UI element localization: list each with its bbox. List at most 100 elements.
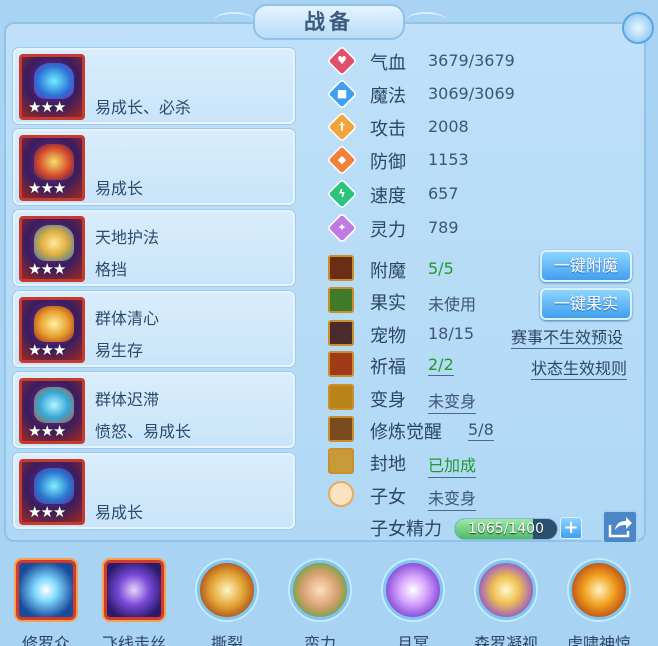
- stat-label: 防御: [370, 152, 406, 173]
- card-line1: 天地护法: [95, 228, 160, 247]
- card-thumb-3: ★★★: [19, 216, 85, 282]
- skill-name: 月冥: [396, 634, 429, 646]
- child-energy-label: 子女精力: [370, 519, 442, 540]
- pet-portrait-icon[interactable]: [328, 320, 354, 346]
- stat-label: 速度: [370, 186, 406, 207]
- enchant-icon: [328, 255, 354, 281]
- fief-icon: [328, 448, 354, 474]
- child-icon: [328, 481, 354, 507]
- row-value[interactable]: 5/8: [468, 420, 494, 441]
- skill-card-2[interactable]: ★★★ 易成长: [13, 129, 295, 205]
- card-stars: ★★★: [28, 422, 66, 440]
- row-value: 5/5: [428, 259, 454, 278]
- stat-label: 气血: [370, 53, 406, 74]
- event-preset-link[interactable]: 赛事不生效预设: [511, 324, 624, 349]
- child-energy-bar: 1065/1400: [454, 518, 558, 540]
- row-value[interactable]: 未变身: [428, 388, 477, 414]
- row-value: 18/15: [428, 324, 475, 343]
- fruit-icon: [328, 287, 354, 313]
- skill-card-1[interactable]: ★★★ 易成长、必杀: [13, 48, 295, 124]
- title-ornament-right-icon: [406, 12, 446, 28]
- stat-value: 2008: [428, 117, 469, 136]
- row-value[interactable]: 未变身: [428, 485, 477, 511]
- golden-serpent-icon: [34, 306, 74, 342]
- skill-name: 飞线走丝: [101, 634, 166, 646]
- card-line2: 格挡: [95, 260, 128, 279]
- row-value[interactable]: 2/2: [428, 355, 454, 376]
- card-thumb-1: ★★★: [19, 54, 85, 120]
- card-thumb-2: ★★★: [19, 135, 85, 201]
- skill-slot-5[interactable]: 月冥: [381, 558, 445, 646]
- card-line1: 群体清心: [95, 309, 160, 328]
- one-click-fruit-button[interactable]: 一键果实: [540, 288, 632, 320]
- card-line2: 易生存: [95, 341, 144, 360]
- one-click-enchant-button[interactable]: 一键附魔: [540, 250, 632, 282]
- glowing-mask-icon: [34, 63, 74, 99]
- share-icon: [608, 517, 632, 538]
- stat-label: 魔法: [370, 86, 406, 107]
- stat-value: 3679/3679: [428, 51, 515, 70]
- card-line2: 愤怒、易成长: [95, 422, 192, 441]
- skill-slot-6[interactable]: 森罗凝视: [474, 558, 538, 646]
- card-stars: ★★★: [28, 503, 66, 521]
- row-label: 宠物: [370, 326, 406, 347]
- skill-card-4[interactable]: ★★★ 群体清心 易生存: [13, 291, 295, 367]
- row-label: 果实: [370, 293, 406, 314]
- status-rules-link[interactable]: 状态生效规则: [531, 355, 628, 380]
- stat-value: 657: [428, 184, 459, 203]
- row-label: 修炼觉醒: [370, 422, 442, 443]
- claw-icon: [197, 560, 257, 620]
- tiger-roar-icon: [569, 560, 629, 620]
- add-energy-button[interactable]: +: [560, 517, 582, 539]
- row-label: 附魔: [370, 261, 406, 282]
- stat-label: 攻击: [370, 119, 406, 140]
- row-label: 变身: [370, 390, 406, 411]
- page-title: 战备: [253, 4, 405, 40]
- blue-armor-icon: [34, 468, 74, 504]
- energy-text: 1065/1400: [468, 521, 544, 537]
- share-button[interactable]: [602, 510, 638, 544]
- skill-name: 虎啸神惊: [566, 634, 631, 646]
- skill-slot-3[interactable]: 撕裂: [195, 558, 259, 646]
- armored-helm-icon: [34, 144, 74, 180]
- skill-name: 撕裂: [210, 634, 243, 646]
- card-stars: ★★★: [28, 341, 66, 359]
- card-line2: 易成长: [95, 503, 144, 522]
- skill-name: 蛮力: [303, 634, 336, 646]
- card-stars: ★★★: [28, 260, 66, 278]
- skill-slot-2[interactable]: 飞线走丝: [102, 558, 166, 646]
- skill-card-5[interactable]: ★★★ 群体迟滞 愤怒、易成长: [13, 372, 295, 448]
- card-line1: 群体迟滞: [95, 390, 160, 409]
- stat-value: 789: [428, 218, 459, 237]
- title-ornament-left-icon: [214, 12, 254, 28]
- fist-icon: [290, 560, 350, 620]
- card-stars: ★★★: [28, 98, 66, 116]
- row-label: 子女: [370, 487, 406, 508]
- skill-slot-1[interactable]: 修罗众: [14, 558, 78, 646]
- awaken-icon: [328, 416, 354, 442]
- stat-value: 3069/3069: [428, 84, 515, 103]
- spider-thread-icon: [104, 560, 164, 620]
- transform-icon: [328, 384, 354, 410]
- page-title-text: 战备: [304, 10, 354, 34]
- skill-name: 修罗众: [21, 634, 70, 646]
- corner-orb-icon: [622, 12, 654, 44]
- skill-card-6[interactable]: ★★★ 易成长: [13, 453, 295, 529]
- skill-slot-4[interactable]: 蛮力: [288, 558, 352, 646]
- card-thumb-5: ★★★: [19, 378, 85, 444]
- row-value: 未使用: [428, 295, 477, 314]
- golden-guardian-icon: [34, 225, 74, 261]
- golden-bowl-icon: [34, 387, 74, 423]
- card-line2: 易成长: [95, 179, 144, 198]
- blue-burst-icon: [16, 560, 76, 620]
- card-line2: 易成长、必杀: [95, 98, 192, 117]
- stat-value: 1153: [428, 150, 469, 169]
- row-value[interactable]: 已加成: [428, 452, 477, 478]
- blessing-icon: [328, 351, 354, 377]
- moon-orb-icon: [383, 560, 443, 620]
- card-thumb-6: ★★★: [19, 459, 85, 525]
- card-stars: ★★★: [28, 179, 66, 197]
- skill-card-3[interactable]: ★★★ 天地护法 格挡: [13, 210, 295, 286]
- card-thumb-4: ★★★: [19, 297, 85, 363]
- skill-slot-7[interactable]: 虎啸神惊: [567, 558, 631, 646]
